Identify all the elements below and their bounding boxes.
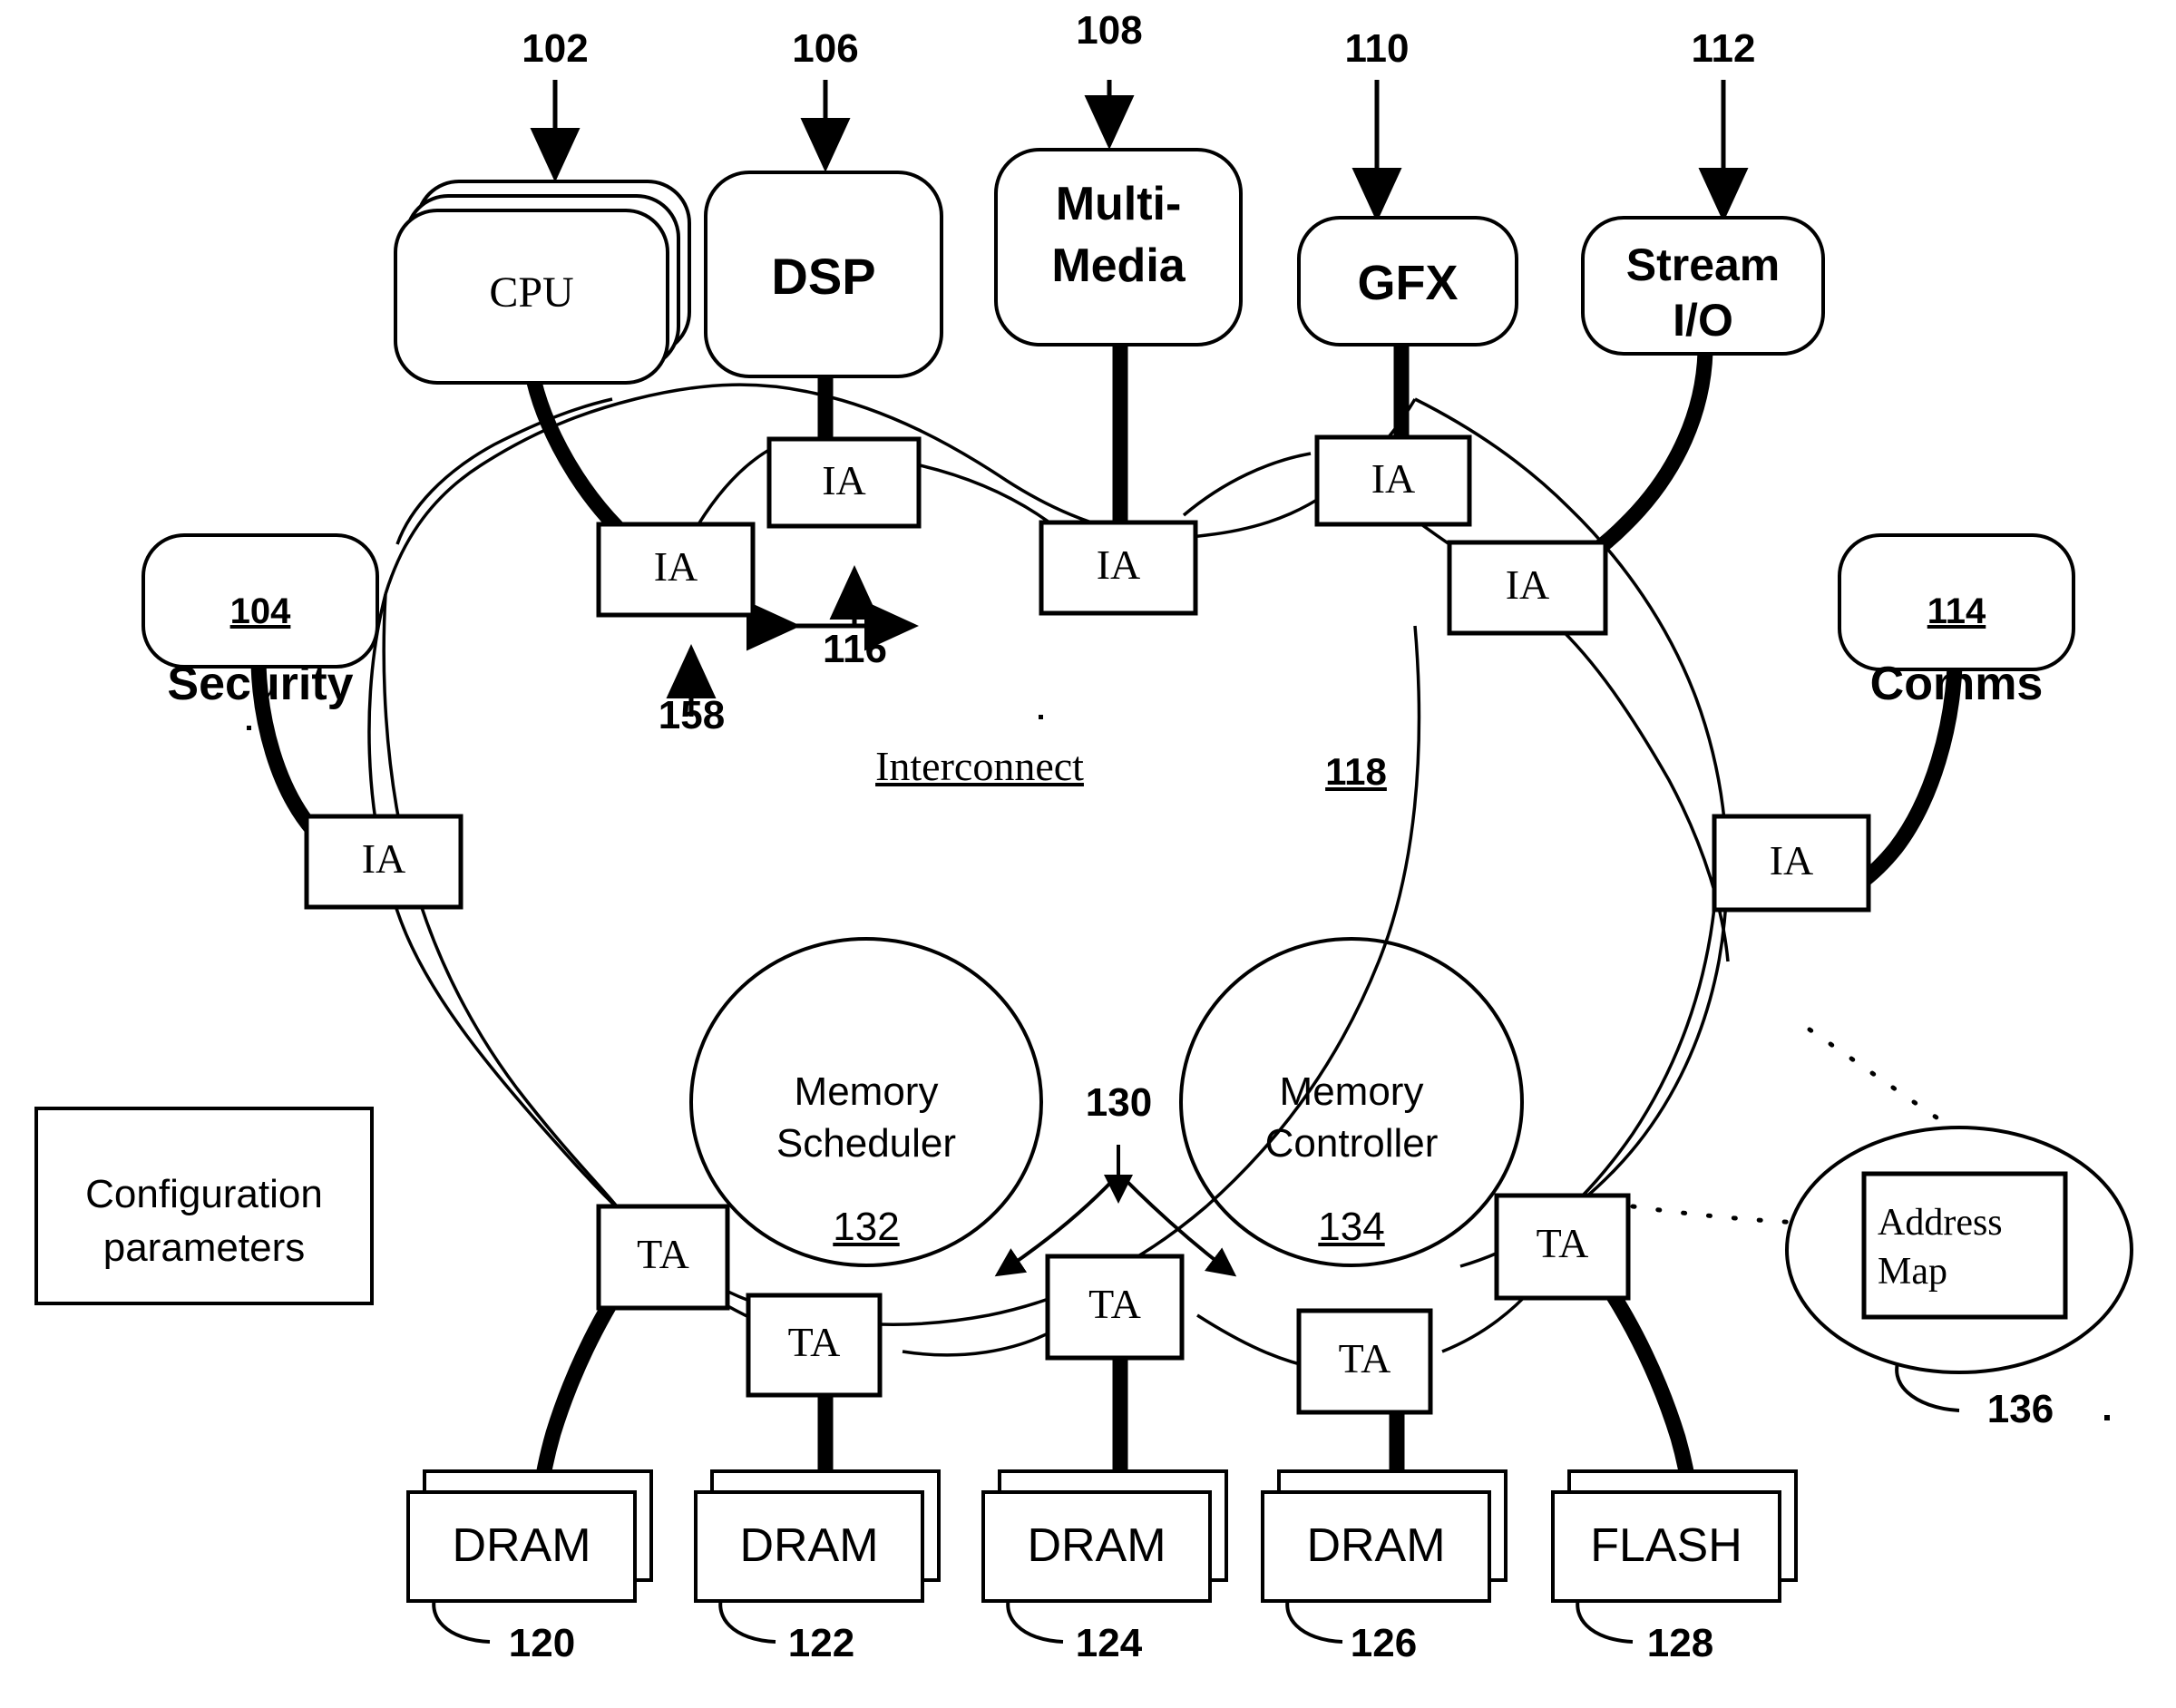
dram120-front	[406, 1490, 637, 1603]
cloud-right-lobe	[1414, 397, 1729, 1268]
ia-box-stream	[1447, 540, 1608, 636]
arc-cpu-ia-dsp-ia	[697, 444, 776, 525]
ta-box-5	[1494, 1193, 1631, 1301]
dsp-box	[704, 171, 943, 378]
address-map-box	[1861, 1171, 2068, 1320]
ta-box-2	[746, 1293, 883, 1398]
memory-scheduler-ellipse	[689, 937, 1043, 1267]
mm-box	[994, 148, 1243, 346]
diagram-geometry	[34, 80, 2133, 1644]
arc-comms-ia-to-ta	[1532, 906, 1716, 1240]
security-box	[141, 533, 379, 669]
scan-speck-left	[247, 726, 251, 730]
ia-box-dsp	[766, 436, 922, 529]
address-map-dotted-upper	[1807, 1027, 1939, 1120]
comms-box	[1838, 533, 2075, 671]
ia-box-mm	[1039, 520, 1198, 616]
arc-ta2-ta3	[902, 1327, 1058, 1357]
arc-mm-ia-gfx-ia	[1182, 452, 1312, 517]
ia-box-security	[304, 814, 463, 910]
ia-box-gfx	[1314, 434, 1472, 527]
arc-stream-ia-cloud	[1554, 622, 1730, 962]
memory-controller-ellipse	[1179, 937, 1524, 1267]
flash128-front	[1551, 1490, 1781, 1603]
ta-box-4	[1296, 1308, 1433, 1415]
figure-canvas: 102 106 108 110 112 CPU DSP Multi- Media…	[0, 0, 2176, 1708]
dram122-front	[694, 1490, 924, 1603]
scan-speck-right	[2104, 1415, 2110, 1420]
dram124-front	[981, 1490, 1212, 1603]
ta-box-1	[596, 1204, 730, 1311]
ia-box-comms	[1712, 814, 1871, 913]
address-map-dotted-lower	[1630, 1204, 1803, 1225]
config-parameters-box	[34, 1107, 374, 1305]
cpu-box-front	[394, 209, 669, 385]
gfx-box	[1297, 216, 1518, 346]
scan-speck-center	[1039, 715, 1043, 719]
dram126-front	[1261, 1490, 1491, 1603]
stream-box	[1581, 216, 1825, 356]
ta-box-3	[1045, 1254, 1185, 1361]
ia-box-cpu	[596, 522, 756, 618]
